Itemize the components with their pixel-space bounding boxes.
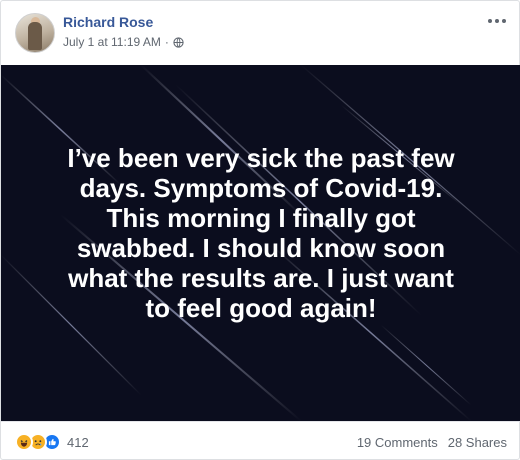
post-meta: July 1 at 11:19 AM · <box>63 35 184 49</box>
reaction-count: 412 <box>67 434 89 450</box>
post-text-line: to feel good again! <box>145 293 377 323</box>
post-text-line: what the results are. I just want <box>68 263 454 293</box>
meta-separator: · <box>164 35 169 49</box>
facebook-post: Richard Rose July 1 at 11:19 AM · I’ve b… <box>0 0 520 460</box>
post-header: Richard Rose July 1 at 11:19 AM · <box>1 1 520 65</box>
post-background-image[interactable]: I’ve been very sick the past few days. S… <box>1 65 520 421</box>
author-avatar[interactable] <box>15 13 55 53</box>
more-dot <box>488 19 492 23</box>
globe-icon[interactable] <box>173 36 184 48</box>
post-text-line: days. Symptoms of Covid-19. <box>79 173 443 203</box>
reactions-summary[interactable]: 412 <box>15 433 89 451</box>
post-text-line: swabbed. I should know soon <box>76 233 446 263</box>
post-text-line: This morning I finally got <box>106 203 416 233</box>
engagement-stats: 19 Comments 28 Shares <box>357 435 507 450</box>
post-footer: 412 19 Comments 28 Shares <box>1 421 520 460</box>
author-name[interactable]: Richard Rose <box>63 14 153 30</box>
more-options-icon[interactable] <box>487 15 507 27</box>
haha-reaction-icon <box>15 433 33 451</box>
avatar-figure <box>28 22 42 50</box>
more-dot <box>495 19 499 23</box>
post-timestamp[interactable]: July 1 at 11:19 AM <box>63 35 161 49</box>
shares-link[interactable]: 28 Shares <box>448 435 507 450</box>
post-text: I’ve been very sick the past few days. S… <box>21 143 501 323</box>
post-text-line: I’ve been very sick the past few <box>67 143 455 173</box>
more-dot <box>502 19 506 23</box>
comments-link[interactable]: 19 Comments <box>357 435 438 450</box>
